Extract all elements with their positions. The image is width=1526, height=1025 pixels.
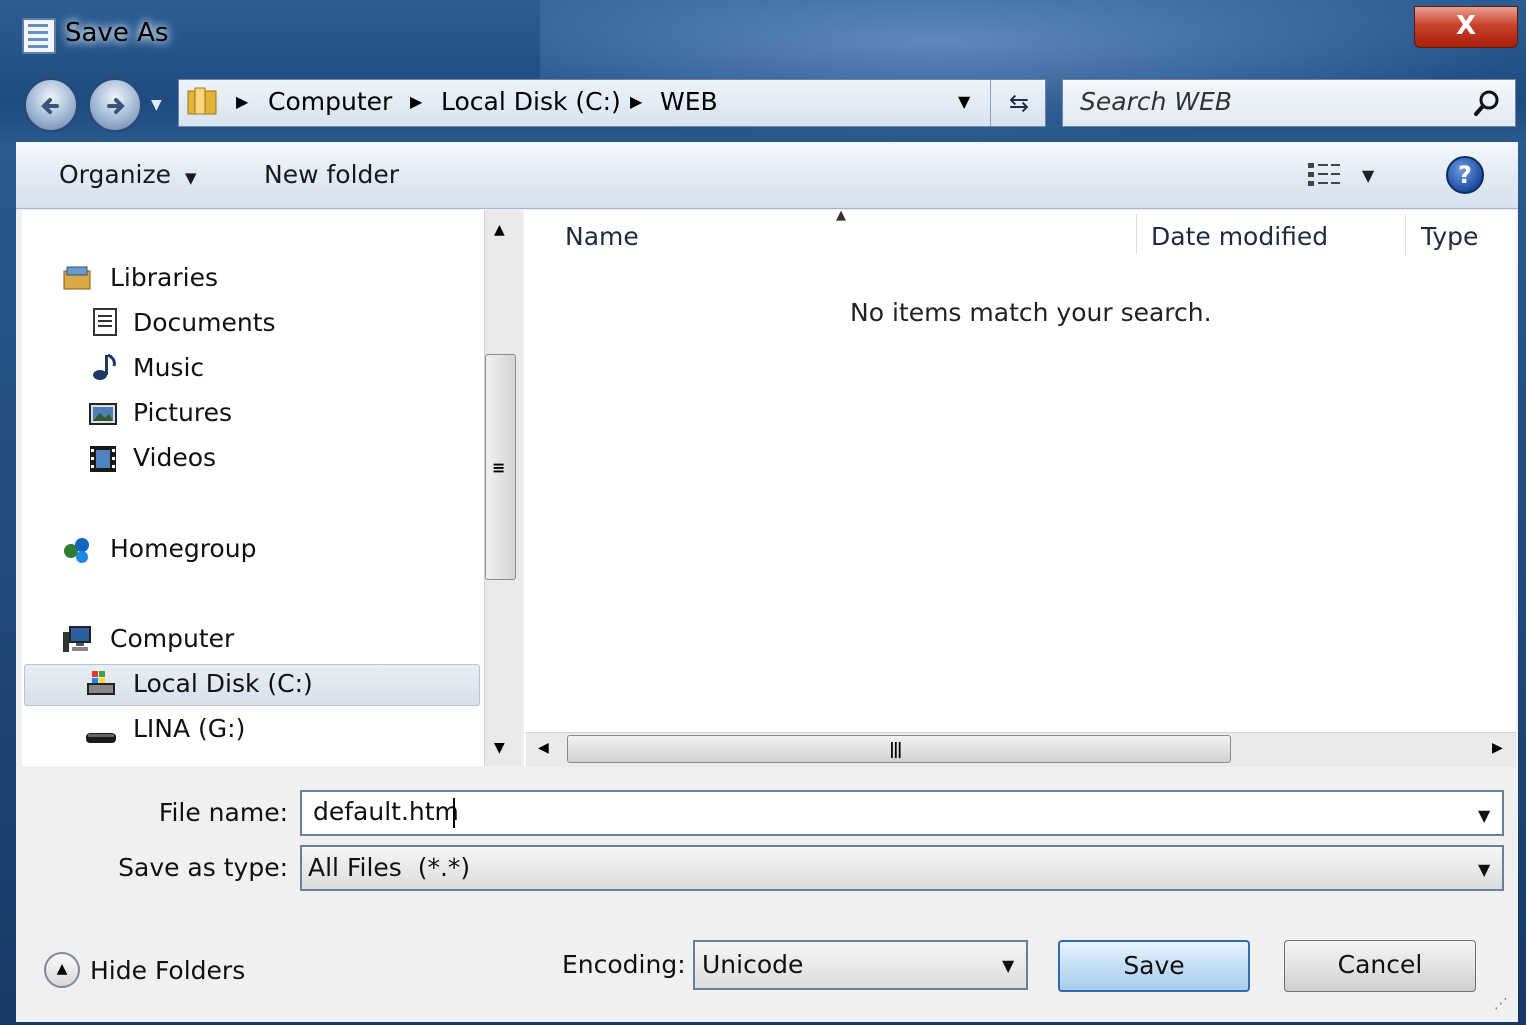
organize-menu[interactable]: Organize ▼ [59, 160, 197, 189]
nav-documents[interactable]: Documents [133, 308, 276, 337]
nav-libraries[interactable]: Libraries [110, 263, 218, 292]
videos-icon [90, 446, 116, 472]
encoding-dropdown-icon[interactable]: ▼ [1002, 956, 1014, 975]
removable-drive-icon [86, 733, 116, 743]
column-divider[interactable] [1136, 214, 1137, 254]
nav-local-disk[interactable]: Local Disk (C:) [133, 669, 313, 698]
encoding-label: Encoding: [562, 950, 686, 979]
command-bar [16, 142, 1518, 209]
scroll-right-icon[interactable]: ▶ [1492, 740, 1503, 756]
nav-music[interactable]: Music [133, 353, 204, 382]
resize-grip-icon[interactable]: ⋰ [1494, 996, 1508, 1012]
nav-homegroup[interactable]: Homegroup [110, 534, 256, 563]
breadcrumb-computer[interactable]: Computer [268, 87, 392, 116]
pictures-icon [89, 403, 117, 425]
save-type-select[interactable] [300, 845, 1504, 891]
column-header-date-modified[interactable]: Date modified [1151, 222, 1328, 251]
column-header-name[interactable]: Name [565, 222, 639, 251]
column-header-type[interactable]: Type [1421, 222, 1478, 251]
refresh-button[interactable]: ⇆ [990, 80, 1047, 126]
search-placeholder: Search WEB [1080, 87, 1233, 116]
sort-ascending-icon: ▲ [836, 208, 846, 223]
breadcrumb-separator-icon[interactable]: ▶ [630, 92, 642, 111]
back-arrow-icon [41, 98, 59, 114]
folder-icon [187, 87, 217, 115]
help-icon[interactable]: ? [1446, 156, 1484, 194]
file-list [524, 210, 1516, 766]
forward-arrow-icon [107, 98, 125, 114]
notepad-icon [22, 18, 56, 54]
encoding-value[interactable]: Unicode [702, 950, 803, 979]
new-folder-button[interactable]: New folder [264, 160, 399, 189]
chevron-down-icon: ▼ [184, 169, 197, 187]
file-name-dropdown-icon[interactable]: ▼ [1478, 806, 1490, 825]
nav-videos[interactable]: Videos [133, 443, 216, 472]
music-icon [93, 353, 116, 380]
text-cursor [453, 798, 455, 828]
organize-label: Organize [59, 160, 171, 189]
recent-pages-dropdown[interactable]: ▼ [151, 97, 162, 113]
breadcrumb-local-disk[interactable]: Local Disk (C:) [441, 87, 621, 116]
libraries-icon [63, 266, 91, 290]
view-options-icon[interactable] [1306, 160, 1342, 190]
scroll-grip-icon: ||| [889, 739, 902, 758]
homegroup-icon [64, 538, 89, 563]
scroll-grip-icon: ≡ [492, 458, 506, 477]
refresh-icon: ⇆ [1008, 89, 1030, 117]
back-button[interactable] [24, 78, 78, 132]
save-type-label: Save as type: [118, 853, 288, 882]
file-name-value[interactable]: default.htm [313, 797, 459, 826]
save-button[interactable]: Save [1058, 940, 1250, 992]
forward-button[interactable] [88, 78, 142, 132]
file-name-input[interactable] [300, 790, 1504, 836]
view-dropdown-icon[interactable]: ▼ [1362, 166, 1374, 185]
empty-search-message: No items match your search. [850, 298, 1212, 327]
search-icon[interactable] [1472, 88, 1502, 118]
computer-icon [63, 626, 91, 652]
hide-folders-button[interactable]: Hide Folders [90, 956, 245, 985]
nav-pictures[interactable]: Pictures [133, 398, 232, 427]
breadcrumb-web[interactable]: WEB [660, 87, 718, 116]
address-dropdown-icon[interactable]: ▼ [958, 92, 970, 111]
save-type-value[interactable]: All Files (*.*) [308, 853, 470, 882]
close-button[interactable]: X [1414, 6, 1518, 48]
documents-icon [93, 308, 117, 336]
window-title: Save As [65, 18, 169, 48]
save-type-dropdown-icon[interactable]: ▼ [1478, 860, 1490, 879]
column-divider[interactable] [1405, 214, 1406, 254]
breadcrumb-separator-icon[interactable]: ▶ [410, 92, 422, 111]
scroll-up-icon[interactable]: ▲ [494, 222, 505, 238]
scroll-down-icon[interactable]: ▼ [494, 740, 505, 756]
cancel-button[interactable]: Cancel [1284, 940, 1476, 992]
nav-lina-drive[interactable]: LINA (G:) [133, 714, 245, 743]
nav-computer[interactable]: Computer [110, 624, 234, 653]
local-disk-icon [87, 671, 115, 695]
chevron-up-icon[interactable]: ▲ [44, 952, 80, 988]
scroll-left-icon[interactable]: ◀ [538, 740, 549, 756]
file-name-label: File name: [158, 798, 288, 827]
breadcrumb-separator-icon[interactable]: ▶ [236, 92, 248, 111]
